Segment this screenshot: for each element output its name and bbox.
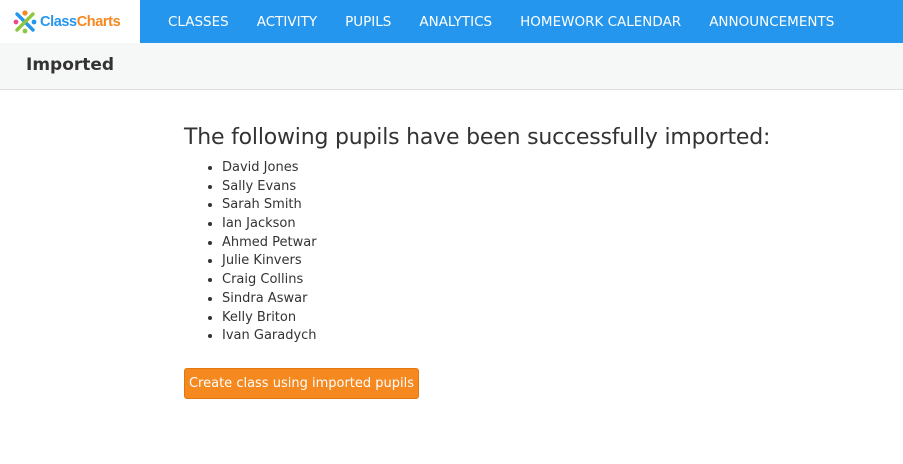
- list-item: Kelly Briton: [222, 309, 884, 328]
- main-nav: CLASSES ACTIVITY PUPILS ANALYTICS HOMEWO…: [168, 0, 862, 43]
- page-header: Imported: [0, 43, 903, 90]
- imported-pupils-list: David Jones Sally Evans Sarah Smith Ian …: [184, 159, 884, 346]
- list-item: Sarah Smith: [222, 196, 884, 215]
- brand-name-class: Class: [40, 13, 77, 30]
- nav-item-analytics[interactable]: ANALYTICS: [419, 14, 492, 30]
- brand-name: ClassCharts: [40, 13, 121, 30]
- list-item: Craig Collins: [222, 271, 884, 290]
- list-item: Ian Jackson: [222, 215, 884, 234]
- brand-name-charts: Charts: [76, 13, 121, 30]
- brand-logo[interactable]: ClassCharts: [0, 0, 140, 43]
- page-title: Imported: [26, 55, 115, 75]
- list-item: Ivan Garadych: [222, 327, 884, 346]
- nav-item-homework-calendar[interactable]: HOMEWORK CALENDAR: [520, 14, 681, 30]
- import-success-heading: The following pupils have been successfu…: [184, 125, 771, 150]
- classcharts-logo-icon: [13, 9, 37, 33]
- nav-item-activity[interactable]: ACTIVITY: [257, 14, 317, 30]
- nav-item-announcements[interactable]: ANNOUNCEMENTS: [709, 14, 834, 30]
- create-class-button[interactable]: Create class using imported pupils: [184, 368, 419, 399]
- top-navbar: ClassCharts CLASSES ACTIVITY PUPILS ANAL…: [0, 0, 903, 43]
- list-item: Sindra Aswar: [222, 290, 884, 309]
- nav-item-classes[interactable]: CLASSES: [168, 14, 229, 30]
- main-content: The following pupils have been successfu…: [184, 125, 884, 399]
- list-item: Julie Kinvers: [222, 252, 884, 271]
- list-item: Sally Evans: [222, 178, 884, 197]
- list-item: Ahmed Petwar: [222, 234, 884, 253]
- list-item: David Jones: [222, 159, 884, 178]
- nav-item-pupils[interactable]: PUPILS: [345, 14, 391, 30]
